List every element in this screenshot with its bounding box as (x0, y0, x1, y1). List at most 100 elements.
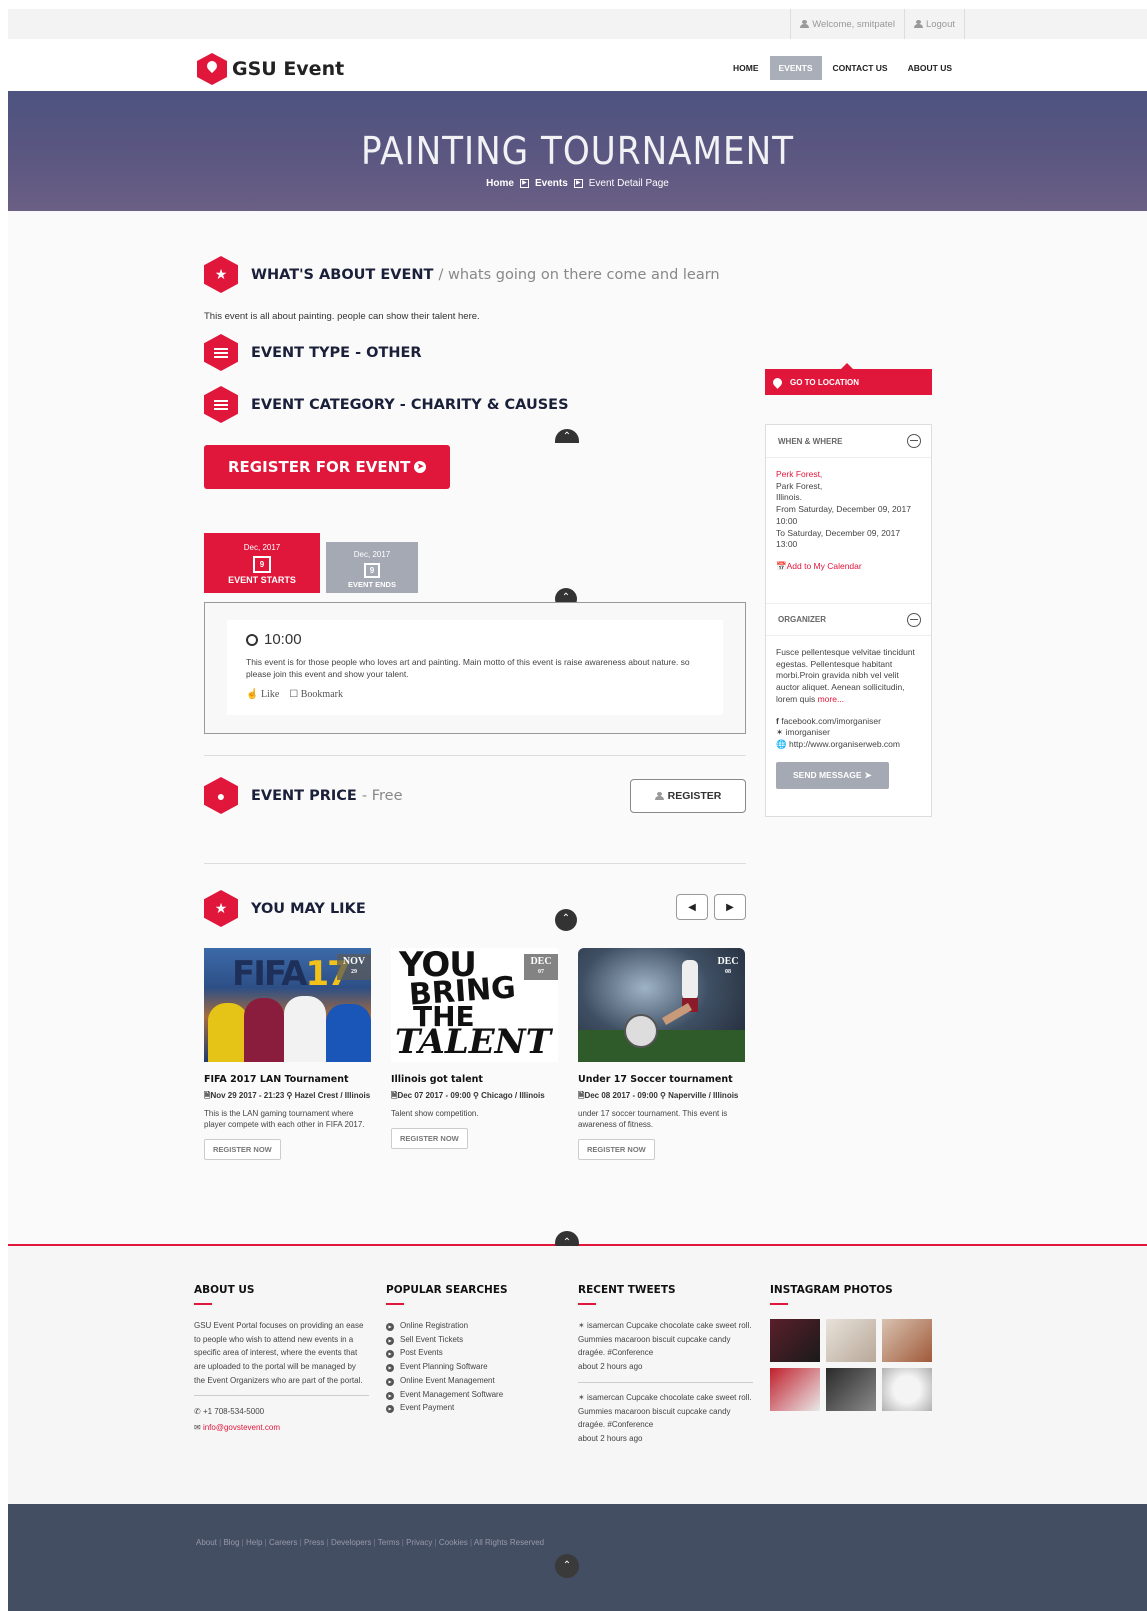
popular-search-item[interactable]: Event Management Software (386, 1388, 561, 1402)
event-to: To Saturday, December 09, 2017 13:00 (776, 527, 901, 550)
arrow-circle-right-icon: ➤ (414, 461, 427, 473)
footer-link[interactable]: Privacy (406, 1538, 432, 1547)
tweet-user[interactable]: isamercan (587, 1321, 624, 1330)
breadcrumb-events[interactable]: Events (535, 178, 568, 189)
website-link[interactable]: 🌐 http://www.organiserweb.com (776, 739, 921, 751)
twitter-icon: ✶ (776, 727, 784, 738)
popular-search-item[interactable]: Post Events (386, 1346, 561, 1360)
card-title[interactable]: Illinois got talent (391, 1074, 558, 1085)
event-image[interactable]: FIFA17 NOV 29 (204, 948, 371, 1062)
register-now-button[interactable]: REGISTER NOW (391, 1128, 468, 1149)
when-where-header[interactable]: WHEN & WHERE (766, 425, 931, 458)
event-price-label: EVENT PRICE (251, 787, 357, 804)
date-badge: DEC 08 (717, 956, 739, 975)
carousel-prev-button[interactable]: ◀ (676, 894, 708, 920)
footer-link[interactable]: About (196, 1538, 217, 1547)
card-title[interactable]: FIFA 2017 LAN Tournament (204, 1074, 371, 1085)
logout-link[interactable]: Logout (903, 9, 965, 39)
scroll-up-icon[interactable]: ⌃ (555, 909, 577, 931)
footer-link[interactable]: Blog (223, 1538, 239, 1547)
footer-link[interactable]: Terms (378, 1538, 400, 1547)
instagram-photo[interactable] (770, 1368, 820, 1411)
footer-link[interactable]: All Rights Reserved (474, 1538, 544, 1547)
scroll-up-icon[interactable]: ⌃ (555, 1554, 579, 1578)
instagram-photo[interactable] (882, 1319, 932, 1362)
footer-about-heading: ABOUT US (194, 1284, 255, 1296)
tab-event-starts[interactable]: Dec, 2017 9 EVENT STARTS (204, 533, 320, 593)
send-message-button[interactable]: SEND MESSAGE ➤ (776, 761, 889, 789)
more-link[interactable]: more... (818, 694, 844, 704)
card-title[interactable]: Under 17 Soccer tournament (578, 1074, 745, 1085)
calendar-icon: 9 (253, 556, 271, 573)
nav-events[interactable]: EVENTS (769, 56, 822, 80)
organizer-header[interactable]: ORGANIZER (766, 603, 931, 636)
popular-search-item[interactable]: Online Registration (386, 1319, 561, 1333)
popular-search-item[interactable]: Sell Event Tickets (386, 1333, 561, 1347)
instagram-photo[interactable] (770, 1319, 820, 1362)
footer-links: About | Blog | Help | Careers | Press | … (196, 1538, 544, 1547)
when-where-title: WHEN & WHERE (778, 436, 843, 446)
main-nav: HOME EVENTS CONTACT US ABOUT US (724, 56, 961, 80)
event-image[interactable]: YOU BRING THE TALENT DEC 07 (391, 948, 558, 1062)
footer-link[interactable]: Cookies (439, 1538, 468, 1547)
twitter-link[interactable]: ✶ imorganiser (776, 727, 921, 739)
nav-home[interactable]: HOME (724, 56, 768, 80)
event-time: 10:00 (246, 631, 704, 648)
instagram-photo[interactable] (882, 1368, 932, 1411)
recent-tweets-heading: RECENT TWEETS (578, 1284, 676, 1296)
footer-about-text: GSU Event Portal focuses on providing an… (194, 1321, 364, 1385)
popular-search-item[interactable]: Event Payment (386, 1401, 561, 1415)
footer-email[interactable]: ✉ info@govstevent.com (194, 1421, 369, 1435)
footer-link[interactable]: Developers (331, 1538, 371, 1547)
register-now-button[interactable]: REGISTER NOW (578, 1139, 655, 1160)
footer-popular-searches: POPULAR SEARCHES Online RegistrationSell… (386, 1284, 561, 1415)
bookmark-button[interactable]: ☐ Bookmark (289, 689, 343, 700)
footer-link[interactable]: Help (246, 1538, 262, 1547)
page-title: PAINTING TOURNAMENT (360, 129, 795, 173)
register-for-event-label: REGISTER FOR EVENT (228, 458, 411, 476)
like-button[interactable]: ☝ Like (246, 689, 279, 700)
popular-search-item[interactable]: Event Planning Software (386, 1360, 561, 1374)
location-pin-icon (197, 53, 227, 85)
send-message-label: SEND MESSAGE (793, 770, 862, 781)
tweet-user[interactable]: isamercan (587, 1393, 624, 1402)
logo[interactable]: GSU Event (197, 53, 344, 85)
welcome-link[interactable]: Welcome, smitpatel (790, 9, 904, 39)
event-type: EVENT TYPE - OTHER (251, 344, 422, 361)
facebook-link[interactable]: f facebook.com/imorganiser (776, 716, 921, 728)
organizer-text: Fusce pellentesque velvitae tincidunt eg… (776, 647, 915, 704)
card-description: Talent show competition. (391, 1109, 479, 1118)
brand-name: GSU Event (232, 58, 345, 80)
breadcrumb-home[interactable]: Home (486, 178, 514, 189)
footer: ABOUT US GSU Event Portal focuses on pro… (8, 1246, 1147, 1504)
register-now-button[interactable]: REGISTER NOW (204, 1139, 281, 1160)
event-image[interactable]: DEC 08 (578, 948, 745, 1062)
event-card: FIFA17 NOV 29 FIFA 2017 LAN Tournament 🗎N… (204, 948, 371, 1160)
register-for-event-button[interactable]: REGISTER FOR EVENT ➤ (204, 445, 451, 489)
add-to-calendar-link[interactable]: 📅Add to My Calendar (776, 561, 921, 573)
logout-text: Logout (925, 18, 955, 30)
caret-left-icon: ◀ (688, 901, 696, 913)
carousel-next-button[interactable]: ▶ (714, 894, 746, 920)
list-icon (204, 334, 238, 371)
page-banner: PAINTING TOURNAMENT Home ▶ Events ▶ Even… (8, 91, 1147, 211)
nav-contact-us[interactable]: CONTACT US (824, 56, 897, 80)
event-category-heading: EVENT CATEGORY - CHARITY & CAUSES (204, 386, 754, 423)
popular-search-item[interactable]: Online Event Management (386, 1374, 561, 1388)
tab-event-ends[interactable]: Dec, 2017 9 EVENT ENDS (326, 542, 418, 593)
venue-link[interactable]: Perk Forest, (776, 469, 921, 481)
about-heading: WHAT'S ABOUT EVENT (251, 266, 434, 283)
you-may-like-section: ★ YOU MAY LIKE ◀ ▶ (204, 890, 746, 927)
collapse-icon[interactable] (907, 612, 921, 627)
instagram-photo[interactable] (826, 1319, 876, 1362)
footer-link[interactable]: Careers (269, 1538, 297, 1547)
register-button[interactable]: REGISTER (630, 779, 746, 813)
footer-link[interactable]: Press (304, 1538, 324, 1547)
nav-about-us[interactable]: ABOUT US (899, 56, 961, 80)
footer-about: ABOUT US GSU Event Portal focuses on pro… (194, 1284, 369, 1435)
go-to-location-button[interactable]: GO TO LOCATION (765, 363, 932, 395)
organizer-title: ORGANIZER (778, 615, 826, 624)
user-icon: ● (204, 777, 238, 814)
instagram-photo[interactable] (826, 1368, 876, 1411)
collapse-icon[interactable] (907, 434, 921, 448)
